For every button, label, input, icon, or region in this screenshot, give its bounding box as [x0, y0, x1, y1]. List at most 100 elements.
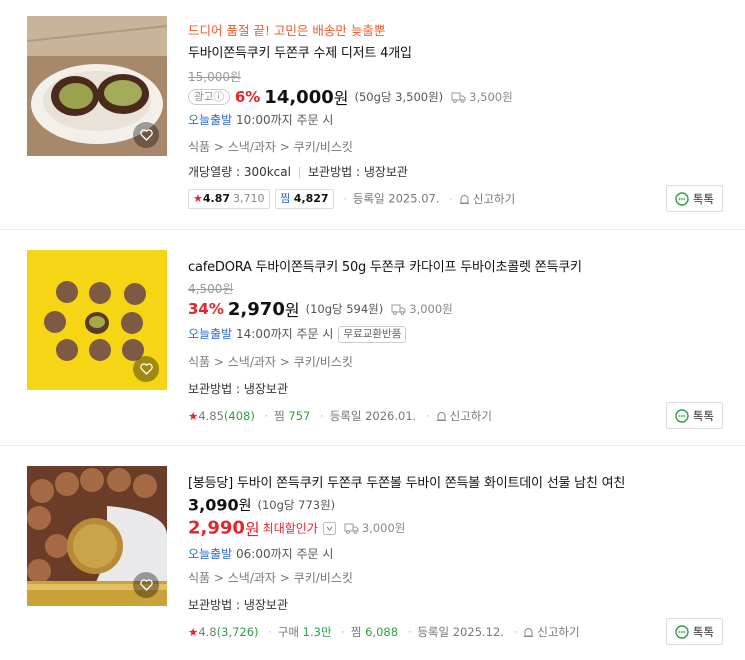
review-count-link[interactable]: (3,726): [217, 625, 259, 639]
spec-storage: 보관방법 : 냉장보관: [188, 598, 288, 612]
product-thumbnail[interactable]: [27, 16, 167, 156]
sale-price: 2,990: [188, 517, 245, 539]
separator-dot: ·: [341, 625, 345, 639]
separator-dot: ·: [343, 191, 347, 206]
truck-icon: [451, 92, 466, 103]
talktalk-label: 톡톡: [692, 624, 715, 639]
price-currency: 원: [244, 520, 260, 539]
registration-date: 등록일 2026.01.: [329, 409, 417, 423]
wishlist-heart-button[interactable]: [133, 122, 159, 148]
product-card[interactable]: 드디어 품절 끝! 고민은 배송만 늦출뿐 두바이쫀득쿠키 두쫀쿠 수제 디저트…: [0, 0, 745, 230]
truck-icon: [391, 304, 406, 315]
zzim-box[interactable]: 찜 4,827: [275, 189, 334, 209]
chevron-down-icon: [326, 526, 333, 531]
product-title-link[interactable]: cafeDORA 두바이쫀득쿠키 50g 두쫀쿠 카다이프 두바이초콜렛 쫀득쿠…: [188, 256, 582, 275]
chat-bubble-icon: [675, 191, 689, 206]
talktalk-label: 톡톡: [692, 191, 715, 206]
discount-rate: 34%: [188, 300, 224, 318]
spec-calories: 개당열량 : 300kcal: [188, 165, 291, 179]
product-title-link[interactable]: 두바이쫀득쿠키 두쫀쿠 수제 디저트 4개입: [188, 42, 412, 61]
rating-value: 4.85: [198, 409, 224, 423]
category-path[interactable]: 식품 > 스낵/과자 > 쿠키/비스킷: [188, 138, 353, 155]
max-discount-label: 최대할인가: [262, 521, 318, 536]
report-label: 신고하기: [472, 191, 516, 206]
spec-row: 개당열량 : 300kcal 보관방법 : 냉장보관: [188, 163, 408, 180]
report-bell-icon: [459, 194, 469, 204]
product-card[interactable]: cafeDORA 두바이쫀득쿠키 50g 두쫀쿠 카다이프 두바이초콜렛 쫀득쿠…: [0, 230, 745, 445]
registration-date: 등록일 2025.07.: [352, 191, 440, 206]
unit-price: (10g당 594원): [305, 302, 384, 316]
product-card[interactable]: [봉등당] 두바이 쫀득쿠키 두쫀쿠 두쫀볼 두바이 쫀득볼 화이트데이 선물 …: [0, 446, 745, 660]
price-currency: 원: [333, 89, 349, 108]
promo-text: 드디어 품절 끝! 고민은 배송만 늦출뿐: [188, 23, 386, 38]
zzim-label: 찜: [274, 409, 285, 423]
spec-storage: 보관방법 : 냉장보관: [307, 165, 408, 179]
list-price-row: 3,090원 (10g당 773원): [188, 495, 335, 515]
meta-row: ★4.8(3,726) · 구매 1.3만 · 찜 6,088 · 등록일 2025.…: [188, 624, 580, 640]
shipping-fee-value: 3,000원: [361, 521, 406, 535]
today-dispatch: 오늘출발: [188, 327, 233, 341]
separator-dot: ·: [320, 409, 324, 423]
price-currency: 원: [238, 498, 252, 514]
review-count-link[interactable]: (408): [224, 409, 255, 423]
heart-icon: [139, 579, 153, 591]
separator-dot: ·: [513, 625, 518, 639]
discount-rate: 6%: [234, 88, 261, 106]
report-link[interactable]: 신고하기: [523, 625, 580, 639]
meta-row: ★4.85(408) · 찜 757 · 등록일 2026.01. · 신고하기: [188, 408, 492, 424]
sale-price: 2,970: [227, 298, 285, 320]
shipping-fee-value: 3,000원: [409, 302, 453, 316]
star-icon: ★: [188, 409, 199, 423]
report-link[interactable]: 신고하기: [436, 409, 492, 423]
separator-dot: ·: [407, 625, 412, 639]
unit-price: (50g당 3,500원): [354, 90, 444, 104]
zzim-label: 찜: [280, 192, 291, 205]
heart-icon: [139, 363, 153, 375]
zzim-label: 찜: [350, 625, 362, 639]
meta-row: ★4.87 3,710 찜 4,827 · 등록일 2025.07. · 신고하기: [188, 189, 515, 209]
max-discount-toggle[interactable]: [322, 521, 336, 535]
product-thumbnail[interactable]: [27, 466, 167, 606]
shipping-fee-value: 3,500원: [469, 90, 513, 104]
review-count: 3,710: [233, 192, 265, 205]
shipping-fee: 3,000원: [344, 521, 406, 535]
separator-dot: ·: [449, 191, 453, 206]
product-thumbnail[interactable]: [27, 250, 167, 390]
list-price: 3,090: [188, 495, 239, 515]
shipping-fee: 3,000원: [391, 302, 453, 316]
wishlist-heart-button[interactable]: [133, 572, 159, 598]
zzim-count: 757: [288, 409, 311, 423]
sale-price: 14,000: [264, 86, 334, 108]
purchase-label: 구매: [277, 625, 299, 639]
purchase-count: 1.3만: [302, 625, 332, 639]
category-path[interactable]: 식품 > 스낵/과자 > 쿠키/비스킷: [188, 569, 353, 586]
delivery-row: 오늘출발 10:00까지 주문 시: [188, 111, 333, 128]
star-icon: ★: [188, 625, 199, 639]
price-currency: 원: [284, 301, 300, 320]
original-price: 15,000원: [188, 70, 242, 84]
rating-value: 4.8: [198, 625, 217, 639]
separator-dot: ·: [264, 409, 269, 423]
price-row: 34% 2,970원 (10g당 594원) 3,000원: [188, 297, 453, 321]
order-cutoff: 06:00까지 주문 시: [236, 547, 334, 561]
order-cutoff: 10:00까지 주문 시: [236, 113, 334, 127]
price-row: 2,990원 최대할인가 3,000원: [188, 516, 405, 540]
free-return-badge: 무료교환반품: [338, 326, 407, 343]
talktalk-button[interactable]: 톡톡: [666, 618, 723, 645]
wishlist-heart-button[interactable]: [133, 356, 159, 382]
rating-box[interactable]: ★4.87 3,710: [188, 189, 270, 209]
product-title-link[interactable]: [봉등당] 두바이 쫀득쿠키 두쫀쿠 두쫀볼 두바이 쫀득볼 화이트데이 선물 …: [188, 472, 625, 491]
report-link[interactable]: 신고하기: [459, 192, 515, 206]
category-path[interactable]: 식품 > 스낵/과자 > 쿠키/비스킷: [188, 353, 353, 370]
ad-badge[interactable]: 광고ⓘ: [188, 89, 230, 105]
delivery-row: 오늘출발 14:00까지 주문 시 무료교환반품: [188, 325, 407, 343]
talktalk-button[interactable]: 톡톡: [666, 402, 723, 429]
today-dispatch: 오늘출발: [188, 113, 233, 127]
talktalk-label: 톡톡: [692, 408, 715, 423]
spec-storage: 보관방법 : 냉장보관: [188, 382, 288, 396]
report-label: 신고하기: [449, 409, 492, 423]
talktalk-button[interactable]: 톡톡: [666, 185, 723, 212]
unit-price: (10g당 773원): [257, 498, 336, 512]
heart-icon: [139, 129, 153, 141]
shipping-fee: 3,500원: [451, 90, 513, 104]
